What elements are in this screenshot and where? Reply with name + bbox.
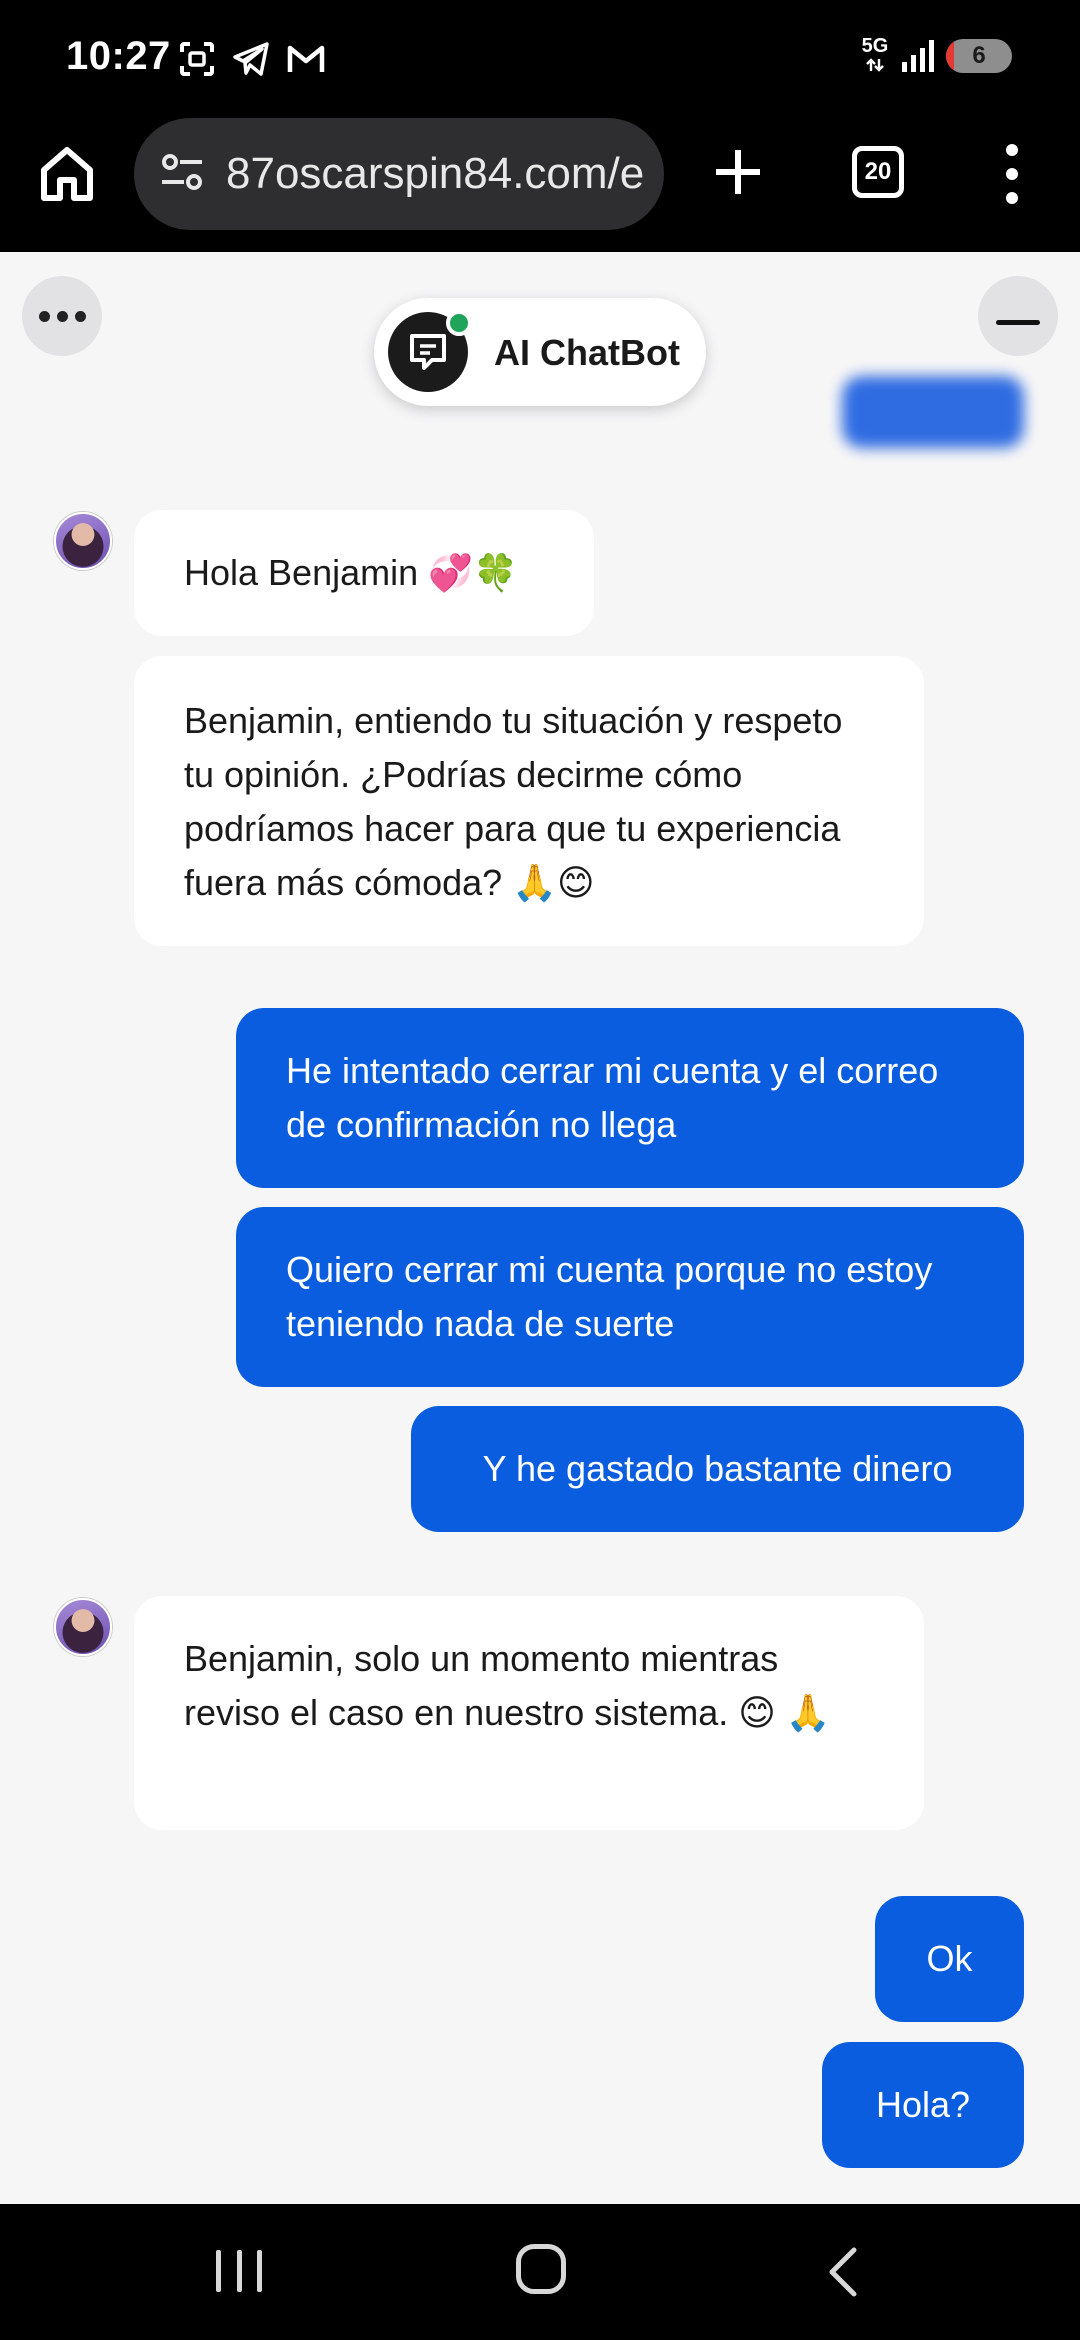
more-options-button[interactable] — [22, 276, 102, 356]
minimize-button[interactable] — [978, 276, 1058, 356]
notification-icons — [178, 40, 326, 78]
new-tab-icon[interactable] — [712, 146, 764, 198]
signal-icon — [902, 40, 934, 72]
address-bar[interactable]: 87oscarspin84.com/e — [134, 118, 664, 230]
status-time: 10:27 — [66, 34, 171, 78]
user-message: Y he gastado bastante dinero — [411, 1406, 1024, 1532]
site-settings-icon[interactable] — [158, 148, 206, 196]
telegram-icon — [233, 42, 269, 76]
status-bar: 10:27 5G 6 — [0, 0, 1080, 118]
agent-avatar — [54, 512, 112, 570]
home-button[interactable] — [516, 2244, 566, 2294]
screenshot-icon — [180, 42, 214, 76]
navigation-bar — [0, 2204, 1080, 2340]
browser-toolbar: 87oscarspin84.com/e 20 — [0, 118, 1080, 252]
tab-switcher-button[interactable]: 20 — [852, 146, 904, 198]
chatbot-title: AI ChatBot — [494, 332, 680, 373]
redacted-message — [842, 376, 1024, 448]
back-icon[interactable] — [822, 2244, 862, 2300]
user-message: Hola? — [822, 2042, 1024, 2168]
battery-indicator: 6 — [946, 39, 1012, 73]
network-type: 5G — [860, 36, 890, 76]
phone-screen: 10:27 5G 6 87oscarspin84.com/e 20 AI Cha… — [0, 0, 1080, 2340]
browser-menu-button[interactable] — [1000, 144, 1024, 204]
agent-message: Hola Benjamin 💞🍀 — [134, 510, 594, 636]
chatbot-header: AI ChatBot — [374, 298, 706, 406]
battery-level: 6 — [972, 42, 986, 69]
agent-avatar — [54, 1598, 112, 1656]
recent-apps-button[interactable] — [216, 2250, 262, 2292]
gmail-icon — [287, 45, 325, 72]
chat-bubble-icon — [410, 334, 446, 370]
online-status-dot — [446, 310, 472, 336]
user-message: He intentado cerrar mi cuenta y el corre… — [236, 1008, 1024, 1188]
system-status-icons: 5G 6 — [860, 36, 1012, 76]
user-message: Quiero cerrar mi cuenta porque no estoy … — [236, 1207, 1024, 1387]
url-text[interactable]: 87oscarspin84.com/e — [226, 148, 646, 200]
agent-message: Benjamin, entiendo tu situación y respet… — [134, 656, 924, 946]
chat-window: AI ChatBot Hola Benjamin 💞🍀 Benjamin, en… — [0, 252, 1080, 2204]
user-message: Ok — [875, 1896, 1024, 2022]
minimize-icon — [996, 320, 1040, 325]
home-icon[interactable] — [36, 144, 98, 206]
data-arrows-icon — [866, 58, 884, 72]
agent-message: Benjamin, solo un momento mientras revis… — [134, 1596, 924, 1830]
